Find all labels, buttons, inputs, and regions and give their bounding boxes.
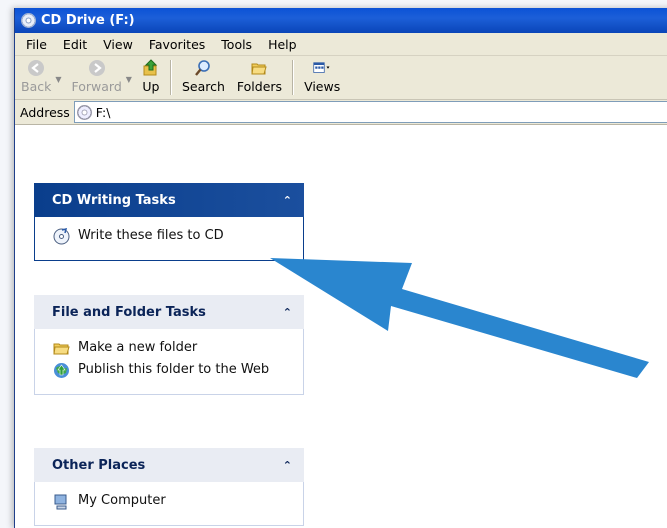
task-label: Publish this folder to the Web [78, 362, 270, 377]
cd-writing-tasks-body: Write these files to CD [34, 217, 304, 261]
views-icon [313, 59, 331, 77]
cd-drive-icon [76, 104, 92, 120]
explorer-window: CD Drive (F:) File Edit View Favorites T… [14, 8, 667, 528]
other-places-panel: Other Places ⌃ My Computer [34, 448, 304, 526]
views-label: Views [304, 79, 341, 94]
menu-bar: File Edit View Favorites Tools Help [15, 33, 667, 56]
other-places-header[interactable]: Other Places ⌃ [34, 448, 304, 482]
file-folder-tasks-body: Make a new folder Publish this folder to… [34, 329, 304, 395]
views-button[interactable]: Views [298, 56, 346, 99]
up-label: Up [142, 79, 160, 94]
write-files-to-cd-link[interactable]: Write these files to CD [53, 228, 293, 245]
back-arrow-icon [27, 59, 45, 77]
task-label: Make a new folder [78, 340, 198, 355]
address-field[interactable]: F:\ [73, 101, 667, 123]
forward-arrow-icon [88, 59, 106, 77]
new-folder-icon [53, 340, 70, 357]
file-folder-tasks-panel: File and Folder Tasks ⌃ Make a new folde… [34, 295, 304, 395]
address-bar: Address F:\ [15, 100, 667, 125]
title-bar[interactable]: CD Drive (F:) [15, 8, 667, 33]
search-label: Search [181, 79, 225, 94]
menu-file[interactable]: File [15, 37, 55, 52]
up-folder-icon [142, 59, 160, 77]
panel-title: CD Writing Tasks [52, 192, 176, 208]
forward-button[interactable]: Forward [66, 56, 128, 99]
make-new-folder-link[interactable]: Make a new folder [53, 340, 293, 357]
collapse-chevron-icon[interactable]: ⌃ [283, 459, 292, 472]
window-title: CD Drive (F:) [41, 13, 135, 28]
task-label: My Computer [78, 493, 166, 508]
back-label: Back [21, 79, 52, 94]
my-computer-icon [53, 493, 70, 510]
publish-folder-to-web-link[interactable]: Publish this folder to the Web [53, 362, 293, 379]
toolbar-separator [169, 60, 172, 95]
cd-drive-icon [21, 13, 36, 28]
panel-title: Other Places [52, 457, 146, 473]
menu-help[interactable]: Help [260, 37, 305, 52]
folders-button[interactable]: Folders [231, 56, 288, 99]
collapse-chevron-icon[interactable]: ⌃ [283, 194, 292, 207]
other-places-body: My Computer [34, 482, 304, 526]
file-folder-tasks-header[interactable]: File and Folder Tasks ⌃ [34, 295, 304, 329]
menu-favorites[interactable]: Favorites [141, 37, 213, 52]
cd-write-icon [53, 228, 70, 245]
menu-tools[interactable]: Tools [213, 37, 260, 52]
toolbar-separator [292, 60, 295, 95]
publish-web-icon [53, 362, 70, 379]
task-pane: CD Writing Tasks ⌃ Write these files to … [15, 163, 667, 528]
cd-writing-tasks-header[interactable]: CD Writing Tasks ⌃ [34, 183, 304, 217]
menu-view[interactable]: View [95, 37, 141, 52]
toolbar: Back ▼ Forward ▼ Up Search Folders Views [15, 56, 667, 100]
forward-label: Forward [71, 79, 122, 94]
address-label: Address [20, 104, 70, 120]
up-button[interactable]: Up [136, 56, 166, 99]
panel-title: File and Folder Tasks [52, 304, 206, 320]
my-computer-link[interactable]: My Computer [53, 493, 293, 510]
folders-icon [250, 59, 268, 77]
back-button[interactable]: Back [15, 56, 57, 99]
folders-label: Folders [236, 79, 283, 94]
address-value: F:\ [95, 104, 111, 120]
cd-writing-tasks-panel: CD Writing Tasks ⌃ Write these files to … [34, 183, 304, 261]
collapse-chevron-icon[interactable]: ⌃ [283, 306, 292, 319]
search-button[interactable]: Search [176, 56, 231, 99]
search-icon [194, 59, 212, 77]
menu-edit[interactable]: Edit [55, 37, 95, 52]
task-label: Write these files to CD [78, 228, 224, 243]
